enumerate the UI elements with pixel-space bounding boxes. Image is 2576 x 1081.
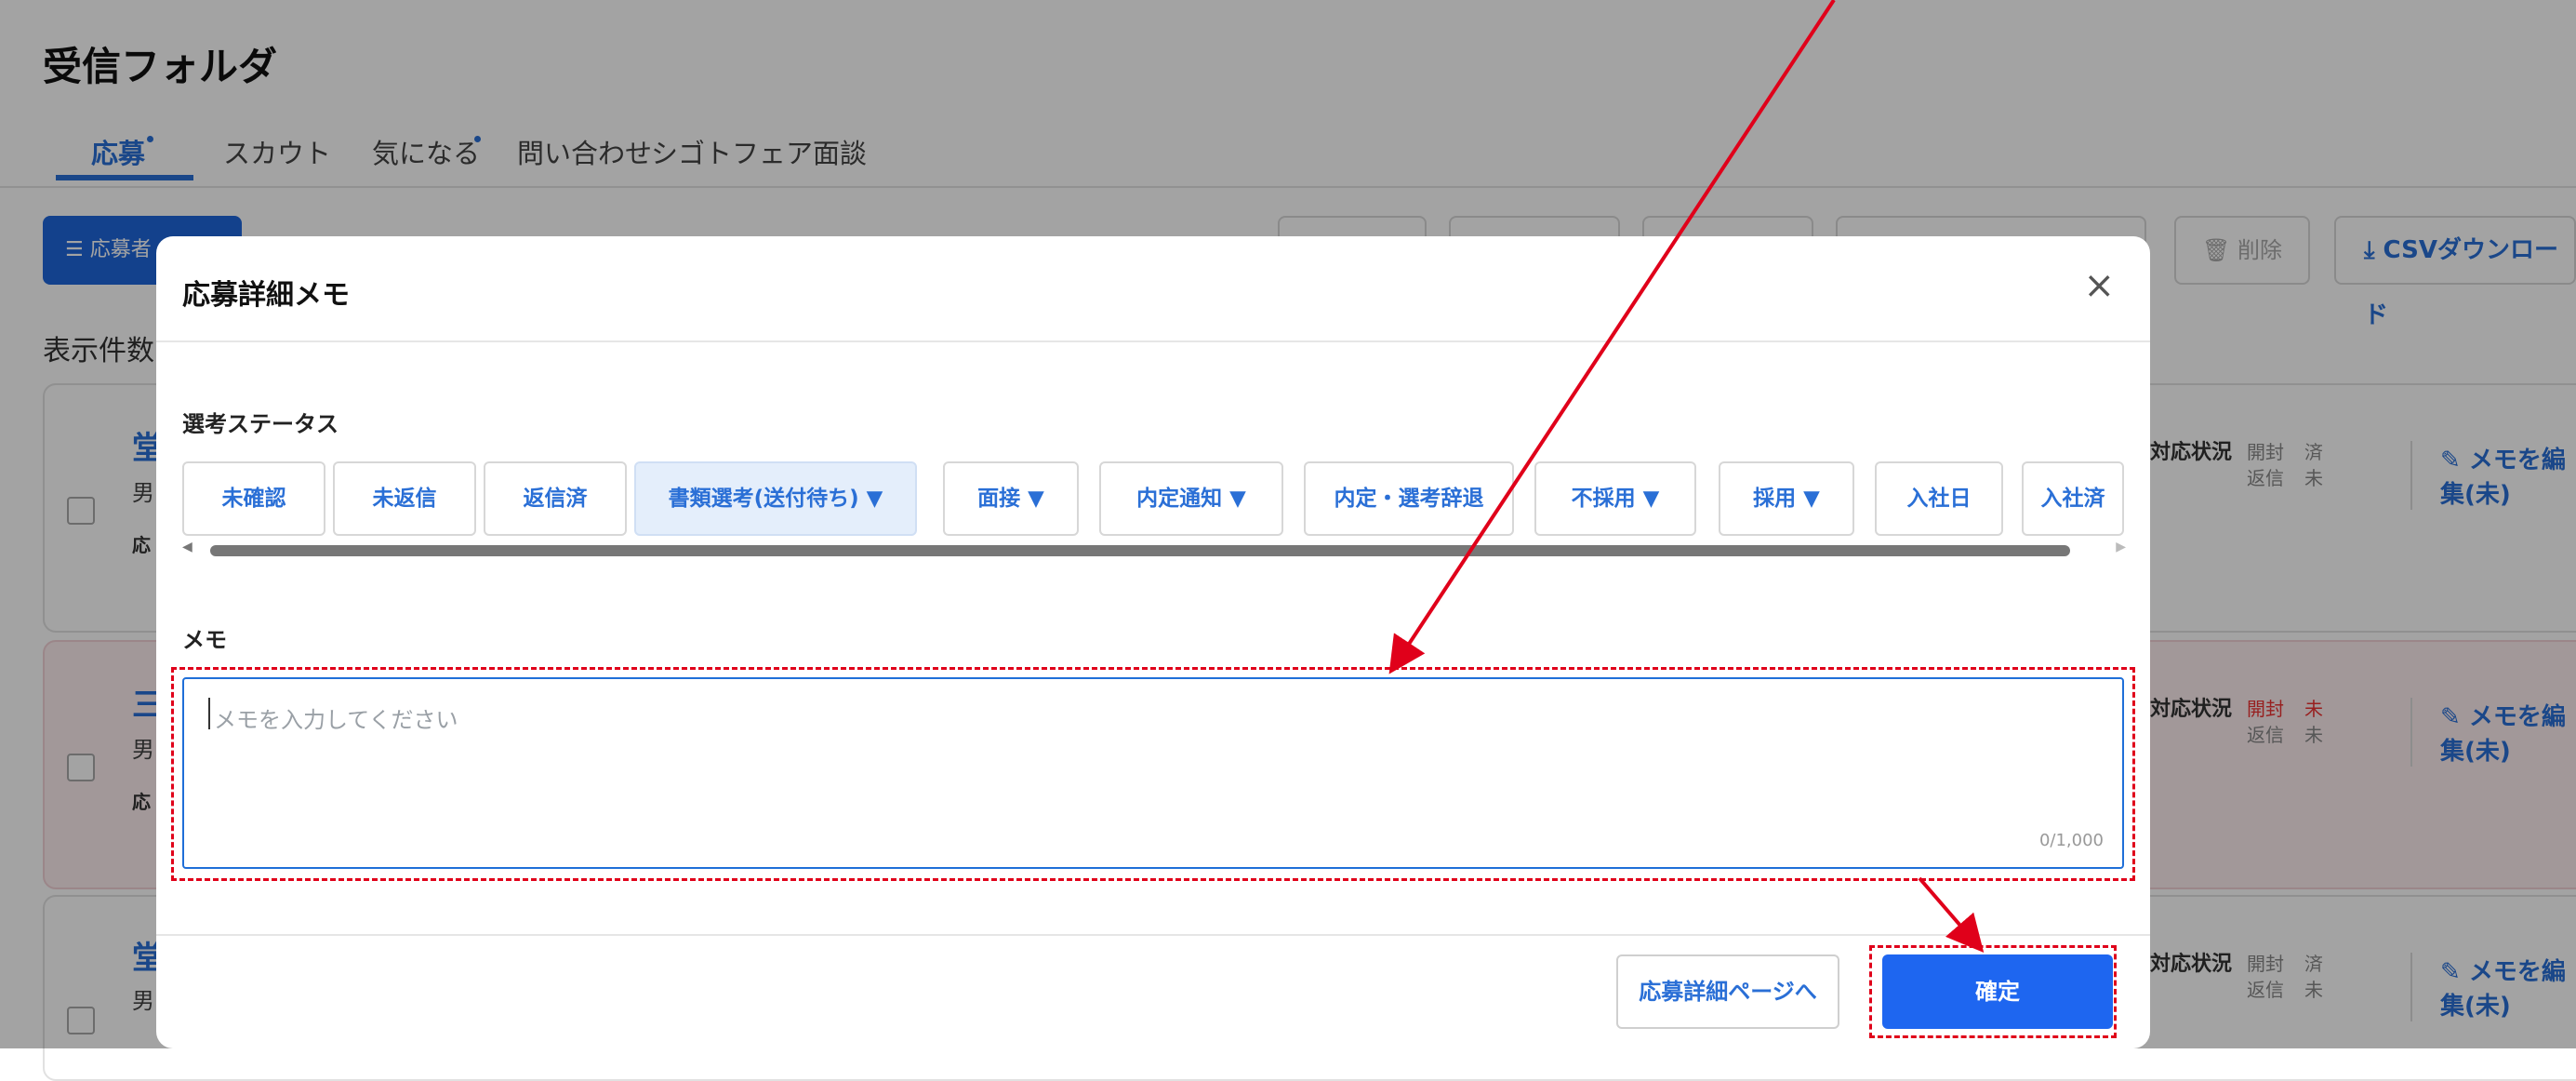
arrow-to-memo [1388, 0, 1836, 674]
arrow-to-confirm [1918, 876, 1985, 954]
annotation-arrows [1388, 0, 1985, 954]
